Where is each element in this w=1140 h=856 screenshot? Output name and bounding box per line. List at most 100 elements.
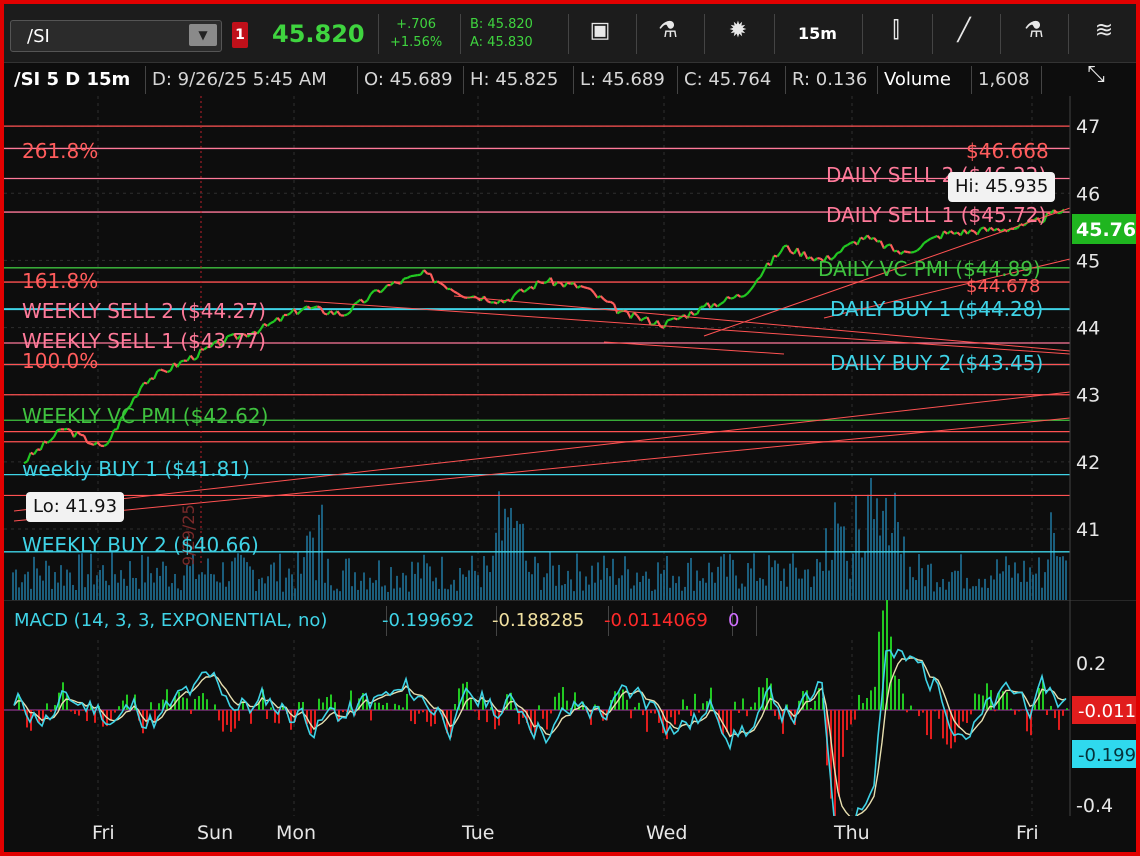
volume-bar (342, 570, 344, 600)
volume-bar (312, 537, 314, 600)
volume-bar (870, 477, 872, 600)
price-segment (856, 237, 862, 246)
volume-bar (420, 578, 422, 600)
macd-hist-bar (550, 710, 552, 714)
volume-bar (156, 567, 158, 600)
studies-icon[interactable]: ⚗ (1014, 18, 1054, 43)
volume-bar (690, 557, 692, 600)
volume-bar (33, 556, 35, 600)
volume-bar (378, 560, 380, 600)
volume-bar (993, 579, 995, 600)
price-segment (746, 289, 752, 295)
price-segment (443, 284, 449, 290)
macd-hist-bar (978, 694, 980, 710)
price-segment (736, 293, 742, 298)
divider (1068, 14, 1069, 54)
macd-value: -0.199692 (378, 606, 497, 636)
macd-hist-bar (742, 698, 744, 710)
volume-bar (867, 494, 869, 600)
ask-value: A: 45.830 (470, 35, 533, 50)
volume-bar (876, 498, 878, 600)
macd-hist-bar (234, 710, 236, 729)
volume-bar (510, 507, 512, 600)
volume-bar (930, 563, 932, 600)
macd-avg: -0.188285 (488, 606, 609, 636)
volume-bar (474, 570, 476, 600)
trend-line (603, 341, 785, 355)
link-group-flag[interactable]: 1 (232, 22, 248, 48)
volume-label: Volume (878, 66, 972, 94)
price-segment (146, 377, 152, 385)
volume-bar (933, 591, 935, 600)
gear-icon[interactable]: ✹ (718, 18, 758, 43)
interval-selector[interactable]: 15m (798, 24, 837, 43)
price-segment (676, 316, 682, 321)
macd-hist-bar (918, 710, 920, 717)
price-segment (666, 318, 672, 322)
volume-bar (915, 580, 917, 600)
volume-bar (816, 558, 818, 600)
price-segment (423, 269, 429, 275)
pattern-icon[interactable]: ≋ (1084, 18, 1124, 43)
macd-hist-bar (650, 710, 652, 714)
price-segment (573, 282, 579, 289)
volume-bar (564, 583, 566, 600)
bid-ask: B: 45.820 A: 45.830 (470, 16, 533, 52)
price-segment (696, 306, 702, 315)
volume-bar (717, 566, 719, 600)
price-segment (759, 269, 765, 278)
volume-bar (921, 568, 923, 600)
news-icon[interactable]: ▣ (580, 18, 620, 43)
price-segment (152, 370, 159, 380)
chart-title: /SI 5 D 15m (8, 66, 146, 94)
collapse-arrows-icon[interactable]: ⤡ (1076, 62, 1116, 87)
price-segment (346, 310, 352, 316)
weekly-buy-1-label: weekly BUY 1 ($41.81) (22, 457, 250, 481)
macd-hist-bar (238, 710, 240, 721)
volume-bar (774, 560, 776, 600)
price-segment (189, 354, 195, 361)
price-segment (926, 237, 932, 242)
volume-bar (198, 574, 200, 600)
volume-bar (129, 561, 131, 600)
macd-hist-bar (930, 710, 932, 740)
macd-hist-bar (890, 636, 892, 710)
macd-hist-bar (862, 703, 864, 710)
symbol-selector[interactable]: /SI ▼ (10, 20, 222, 52)
volume-bar (276, 581, 278, 600)
volume-bar (492, 555, 494, 600)
price-segment (749, 284, 755, 291)
volume-bar (207, 558, 209, 600)
chevron-down-icon[interactable]: ▼ (189, 24, 217, 46)
price-segment (693, 312, 698, 316)
volume-bar (168, 586, 170, 600)
volume-bar (1017, 573, 1019, 600)
macd-hist-bar (698, 710, 700, 713)
volume-bar (273, 562, 275, 600)
macd-hist-bar (422, 710, 424, 713)
weekly-sell-2-label: WEEKLY SELL 2 ($44.27) (22, 299, 266, 323)
volume-bar (51, 588, 53, 600)
macd-hist-bar (374, 702, 376, 710)
macd-hist-bar (554, 696, 556, 710)
macd-hist-bar (50, 710, 52, 712)
flask-icon[interactable]: ⚗ (648, 18, 688, 43)
volume-bar (180, 590, 182, 600)
macd-hist-bar (202, 693, 204, 710)
drawing-line-icon[interactable]: ╱ (944, 18, 984, 43)
volume-bar (837, 523, 839, 600)
macd-hist-bar (378, 702, 380, 710)
volume-bar (693, 590, 695, 600)
macd-hist-bar (810, 708, 812, 710)
macd-hist-bar (326, 697, 328, 710)
volume-bar (459, 567, 461, 600)
volume-bar (489, 572, 491, 600)
volume-bar (120, 570, 122, 600)
volume-bar (1032, 574, 1034, 600)
volume-bar (1044, 572, 1046, 600)
volume-bar (294, 588, 296, 600)
volume-bar (762, 579, 764, 600)
volume-bar (696, 570, 698, 600)
candle-style-icon[interactable]: ⫿ (876, 18, 916, 43)
price-segment (540, 281, 545, 285)
